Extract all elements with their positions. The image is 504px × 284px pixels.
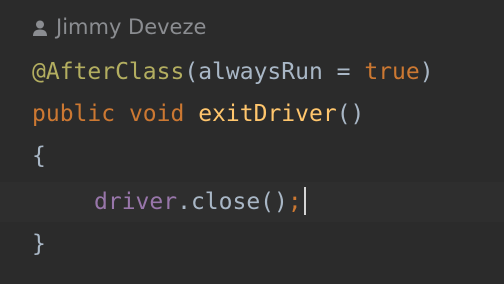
code-line-open-brace[interactable]: { (0, 136, 504, 176)
open-paren-token: ( (184, 59, 199, 85)
user-icon (32, 18, 48, 36)
text-caret (303, 186, 306, 215)
author-name: Jimmy Deveze (56, 15, 207, 39)
open-brace: { (32, 143, 46, 169)
close-paren-token: ) (419, 59, 434, 85)
method-call-close: .close() (177, 189, 288, 215)
code-line-close-brace[interactable]: } (0, 224, 504, 264)
method-name: exitDriver (198, 101, 337, 127)
boolean-token: true (364, 59, 420, 85)
code-line-current[interactable]: driver.close(); (0, 182, 504, 222)
close-brace: } (32, 231, 46, 257)
author-hint[interactable]: Jimmy Deveze (32, 12, 206, 42)
keyword-public: public (32, 101, 116, 127)
field-driver: driver (94, 189, 178, 215)
keyword-void: void (128, 101, 185, 127)
code-editor[interactable]: Jimmy Deveze @AfterClass(alwaysRun = tru… (0, 0, 504, 284)
parens-token: () (336, 101, 365, 127)
param-token: alwaysRun = (198, 59, 365, 85)
annotation-token: @AfterClass (32, 59, 185, 85)
code-line-annotation[interactable]: @AfterClass(alwaysRun = true) (0, 52, 504, 92)
code-line-method-signature[interactable]: public void exitDriver() (0, 94, 504, 134)
semicolon-token: ; (287, 189, 302, 215)
